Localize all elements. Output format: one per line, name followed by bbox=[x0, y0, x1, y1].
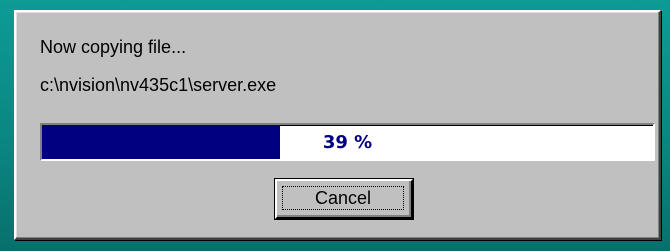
copy-progress-dialog: Now copying file... c:\nvision\nv435c1\s… bbox=[14, 10, 661, 240]
status-text: Now copying file... bbox=[40, 37, 187, 57]
cancel-button-label: Cancel bbox=[282, 186, 404, 210]
file-path-text: c:\nvision\nv435c1\server.exe bbox=[40, 75, 277, 95]
cancel-button[interactable]: Cancel bbox=[275, 179, 413, 219]
progress-percent-label: 39 % bbox=[322, 131, 373, 153]
progress-bar: 39 % bbox=[40, 123, 655, 161]
